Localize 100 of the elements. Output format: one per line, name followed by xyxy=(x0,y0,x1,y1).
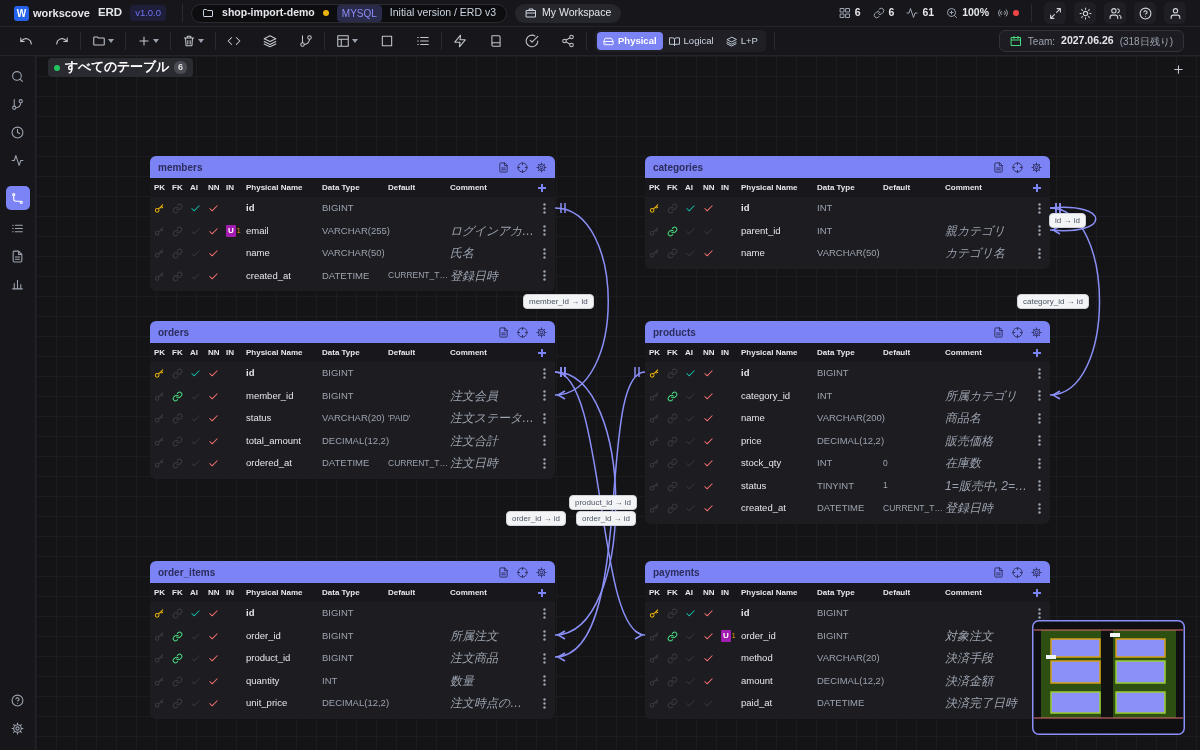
more-icon[interactable] xyxy=(542,270,546,282)
table-card[interactable] xyxy=(645,321,1050,524)
more-icon[interactable] xyxy=(1037,367,1041,379)
table-header[interactable]: orders xyxy=(150,321,555,343)
more-icon[interactable] xyxy=(542,607,546,619)
more-icon[interactable] xyxy=(1037,435,1041,447)
table-card[interactable]: orders PK FK AI NN IN Physical Name Data Type Default Comment id BIGINT member_id BIGINT 注文会員 status VARCHAR(20) 'PAID' 注文ステータ… total_amount DECIMAL(12,2) 注文合計 ordered_at DATETIME CURRENT_T… 注文日時 xyxy=(150,321,555,479)
more-icon[interactable] xyxy=(1037,247,1041,259)
account-button[interactable] xyxy=(1164,2,1186,24)
add-column-button[interactable] xyxy=(1033,183,1041,192)
more-icon[interactable] xyxy=(1037,457,1041,469)
more-icon[interactable] xyxy=(542,697,546,709)
users-icon xyxy=(1108,6,1122,20)
more-icon[interactable] xyxy=(542,652,546,664)
more-icon[interactable] xyxy=(542,457,546,469)
column-header: AI xyxy=(190,586,199,599)
table-header[interactable]: categories xyxy=(645,156,1050,178)
add-column-button[interactable] xyxy=(1033,588,1041,597)
add-column-button[interactable] xyxy=(1033,348,1041,357)
column-header: Physical Name xyxy=(741,181,799,194)
more-icon[interactable] xyxy=(542,390,546,402)
column-header: NN xyxy=(703,586,716,599)
data-type: VARCHAR(20) xyxy=(817,651,881,666)
table-tab[interactable]: すべてのテーブル 6 xyxy=(48,58,193,77)
column-comment: 注文ステータ… xyxy=(450,411,534,426)
column-name: id xyxy=(741,366,751,381)
project-pill[interactable]: shop-import-demo MYSQL Initial version / ERD v3 xyxy=(191,3,508,23)
table-header[interactable]: products xyxy=(645,321,1050,343)
data-type: TINYINT xyxy=(817,478,855,493)
expand-icon xyxy=(1048,6,1062,20)
column-header: Default xyxy=(883,346,912,359)
data-type: BIGINT xyxy=(817,606,850,621)
folder-icon xyxy=(202,7,215,19)
more-icon[interactable] xyxy=(1037,480,1041,492)
activity-icon xyxy=(11,153,24,167)
column-name: name xyxy=(246,246,271,261)
more-icon[interactable] xyxy=(542,247,546,259)
table-header[interactable]: order_items xyxy=(150,561,555,583)
column-header: PK xyxy=(154,181,167,194)
view-mode-tab[interactable]: Logical xyxy=(662,32,720,50)
table-header[interactable]: payments xyxy=(645,561,1050,583)
bar-chart-icon xyxy=(11,277,24,291)
data-type: DATETIME xyxy=(817,696,866,711)
dialect-badge: MYSQL xyxy=(336,4,382,22)
search-icon xyxy=(11,69,24,83)
more-icon[interactable] xyxy=(1037,502,1041,514)
column-comment: カテゴリ名 xyxy=(945,246,1005,261)
table-name: categories xyxy=(653,160,704,175)
more-icon[interactable] xyxy=(1037,412,1041,424)
column-comment: 登録日時 xyxy=(450,268,498,283)
column-header: Physical Name xyxy=(741,586,799,599)
team-button[interactable] xyxy=(1104,2,1126,24)
more-icon[interactable] xyxy=(542,435,546,447)
sidebar-item[interactable] xyxy=(5,186,30,210)
add-column-button[interactable] xyxy=(538,348,546,357)
more-icon[interactable] xyxy=(1037,225,1041,237)
data-type: BIGINT xyxy=(322,606,355,621)
more-icon[interactable] xyxy=(1037,607,1041,619)
open-book-icon xyxy=(668,35,680,47)
table-header[interactable]: members xyxy=(150,156,555,178)
more-icon[interactable] xyxy=(542,367,546,379)
column-header: Data Type xyxy=(817,181,856,194)
more-icon[interactable] xyxy=(542,675,546,687)
column-header: IN xyxy=(721,346,730,359)
branch-icon xyxy=(11,97,24,111)
column-header: NN xyxy=(208,586,221,599)
help-icon xyxy=(1138,6,1152,20)
data-type: INT xyxy=(817,388,834,403)
add-column-button[interactable] xyxy=(538,588,546,597)
help-button[interactable] xyxy=(1134,2,1156,24)
diagram-icon xyxy=(11,191,24,205)
add-column-button[interactable] xyxy=(538,183,546,192)
table-card[interactable]: categories PK FK AI NN IN Physical Name Data Type Default Comment id INT parent_id INT 親カテゴリ name VARCHAR(50) カテゴリ名 xyxy=(645,156,1050,269)
default-value: CURRENT_T… xyxy=(388,457,448,468)
calendar-icon xyxy=(1009,35,1022,47)
column-comment: 決済完了日時 xyxy=(945,696,1017,711)
column-comment: 注文日時 xyxy=(450,456,498,471)
target-icon xyxy=(517,326,528,338)
more-icon[interactable] xyxy=(542,225,546,237)
column-header: IN xyxy=(721,181,730,194)
minimap[interactable] xyxy=(1032,620,1185,735)
column-header: Comment xyxy=(450,586,488,599)
document-icon xyxy=(993,326,1004,338)
settings-icon xyxy=(1031,326,1042,338)
workspace-button[interactable]: My Workspace xyxy=(515,3,622,23)
more-icon[interactable] xyxy=(542,202,546,214)
more-icon[interactable] xyxy=(1037,202,1041,214)
table-card[interactable]: order_items PK FK AI NN IN Physical Name Data Type Default Comment id BIGINT order_id BIGINT 所属注文 product_id BIGINT 注文商品 quantity INT 数量 unit_price DECIMAL(12,2) 注文時点の… xyxy=(150,561,555,719)
activity-icon xyxy=(906,7,919,19)
fullscreen-button[interactable] xyxy=(1044,2,1066,24)
data-type: VARCHAR(20) xyxy=(322,411,386,426)
more-icon[interactable] xyxy=(542,630,546,642)
briefcase-icon xyxy=(525,7,538,19)
more-icon[interactable] xyxy=(1037,390,1041,402)
column-comment: 決済手段 xyxy=(945,651,993,666)
more-icon[interactable] xyxy=(542,412,546,424)
theme-button[interactable] xyxy=(1074,2,1096,24)
view-mode-tab[interactable]: L+P xyxy=(719,32,764,50)
column-comment: 所属注文 xyxy=(450,628,498,643)
column-name: status xyxy=(246,411,273,426)
